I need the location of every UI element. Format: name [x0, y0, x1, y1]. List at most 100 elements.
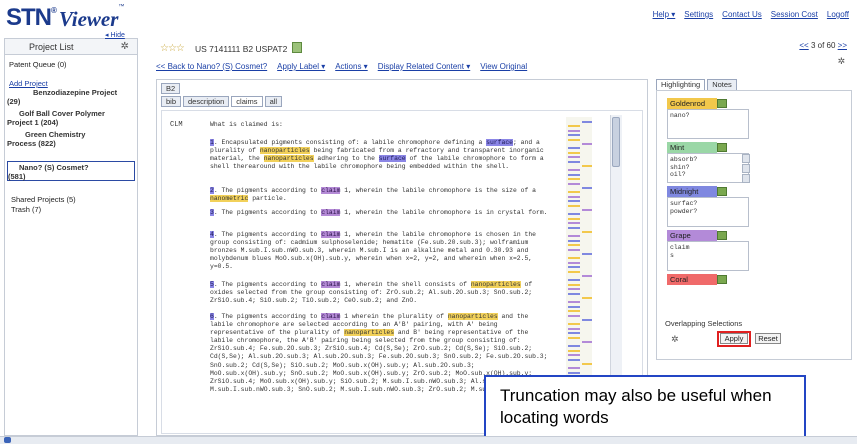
pin-icon[interactable]: ✲: [121, 41, 129, 52]
density-mark: [568, 204, 580, 207]
density-mark: [568, 336, 580, 339]
density-mark: [568, 178, 580, 181]
density-mark: [582, 143, 592, 145]
trash-item[interactable]: Trash (7): [11, 205, 41, 214]
document-action-bar: << Back to Nano? (S) Cosmet? Apply Label…: [156, 62, 527, 71]
settings-link[interactable]: Settings: [684, 10, 713, 19]
density-mark: [582, 209, 592, 211]
tab-bib[interactable]: bib: [161, 96, 182, 107]
contact-us-link[interactable]: Contact Us: [722, 10, 762, 19]
density-mark: [568, 314, 580, 317]
actions-menu[interactable]: Actions ▾: [335, 62, 367, 71]
density-mark: [568, 160, 580, 163]
section-tabs: bib description claims all: [161, 96, 283, 107]
density-mark: [568, 354, 580, 357]
tab-claims[interactable]: claims: [231, 96, 263, 107]
density-mark: [582, 121, 592, 123]
prev-document-link[interactable]: <<: [799, 41, 808, 50]
density-mark: [568, 367, 580, 370]
document-icon[interactable]: [292, 42, 302, 53]
project-item-golf-ball[interactable]: Golf Ball Cover Polymer: [19, 109, 105, 118]
add-project-link[interactable]: Add Project: [9, 79, 48, 88]
logo-viewer: Viewer: [58, 7, 119, 31]
tab-description[interactable]: description: [183, 96, 230, 107]
view-original-link[interactable]: View Original: [480, 62, 527, 71]
density-mark: [568, 217, 580, 220]
highlight-group-midnight: Midnight surfac? powder?: [667, 186, 749, 227]
scrollbar-thumb[interactable]: [612, 117, 620, 167]
density-mark: [568, 345, 580, 348]
patent-queue-item[interactable]: Patent Queue (0): [9, 60, 67, 69]
highlight-terms-input[interactable]: claim s: [667, 241, 749, 271]
density-mark: [582, 363, 592, 365]
density-mark: [582, 319, 592, 321]
apply-button[interactable]: Apply: [720, 333, 748, 344]
density-mark: [568, 323, 580, 326]
logoff-link[interactable]: Logoff: [827, 10, 849, 19]
project-item-benzodiazepine[interactable]: Benzodiazepine Project: [33, 88, 117, 97]
top-nav: Help ▾ Settings Contact Us Session Cost …: [653, 10, 849, 19]
density-mark: [568, 134, 580, 137]
density-mark: [568, 301, 580, 304]
density-mark: [568, 244, 580, 247]
highlight-group-mint: Mint absorb? shin? oil?: [667, 142, 750, 183]
project-item-green-chemistry[interactable]: Green Chemistry: [25, 130, 85, 139]
shared-projects-item[interactable]: Shared Projects (5): [11, 195, 76, 204]
claim-paragraph: 5. The pigments according to claim 1, wh…: [210, 281, 533, 305]
pin-icon[interactable]: ✲: [671, 334, 679, 345]
project-item-nano[interactable]: Nano? (S) Cosmet?: [19, 163, 89, 172]
annotation-callout: Truncation may also be useful when locat…: [484, 375, 806, 444]
stn-viewer-logo: STN ® Viewer ™: [6, 4, 124, 30]
density-mark: [568, 266, 580, 269]
density-mark: [568, 310, 580, 313]
density-mark: [568, 288, 580, 291]
density-mark: [568, 235, 580, 238]
density-mark: [568, 129, 580, 132]
density-mark: [568, 332, 580, 335]
document-id: US 7141111 B2 USPAT2: [195, 44, 288, 54]
rating-stars-icon[interactable]: ☆☆☆: [160, 43, 185, 54]
density-mark: [568, 125, 580, 128]
highlight-group-coral: Coral: [667, 274, 749, 285]
terms-scrollbar[interactable]: [742, 154, 750, 183]
density-mark: [568, 327, 580, 330]
density-mark: [582, 187, 592, 189]
pin-icon[interactable]: ✲: [837, 56, 845, 67]
density-mark: [568, 261, 580, 264]
tab-all[interactable]: all: [264, 96, 283, 107]
density-mark: [568, 195, 580, 198]
project-list-header: Project List ✲: [5, 39, 137, 55]
back-to-project-link[interactable]: << Back to Nano? (S) Cosmet?: [156, 62, 267, 71]
highlight-terms-input[interactable]: absorb? shin? oil?: [667, 153, 749, 183]
next-document-link[interactable]: >>: [838, 41, 847, 50]
apply-label-menu[interactable]: Apply Label ▾: [277, 62, 325, 71]
hide-sidebar-link[interactable]: ◂ Hide: [105, 31, 125, 39]
highlight-terms-input[interactable]: surfac? powder?: [667, 197, 749, 227]
document-pager: << 3 of 60 >>: [799, 41, 847, 50]
color-dropdown-icon[interactable]: [717, 143, 727, 152]
density-mark: [568, 147, 580, 150]
density-mark: [568, 239, 580, 242]
density-mark: [568, 270, 580, 273]
density-mark: [568, 279, 580, 282]
claims-heading: What is claimed is:: [210, 121, 283, 128]
density-mark: [568, 213, 580, 216]
logo-stn: STN: [6, 4, 52, 31]
density-mark: [568, 151, 580, 154]
help-link[interactable]: Help ▾: [653, 10, 676, 19]
color-dropdown-icon[interactable]: [717, 275, 727, 284]
color-dropdown-icon[interactable]: [717, 99, 727, 108]
claim-paragraph: 1. Encapsulated pigments consisting of: …: [210, 139, 544, 171]
color-dropdown-icon[interactable]: [717, 187, 727, 196]
color-dropdown-icon[interactable]: [717, 231, 727, 240]
highlight-color-label: Midnight: [667, 186, 717, 197]
highlight-terms-input[interactable]: nano?: [667, 109, 749, 139]
session-cost-link[interactable]: Session Cost: [771, 10, 818, 19]
reset-button[interactable]: Reset: [755, 333, 781, 344]
display-related-content-menu[interactable]: Display Related Content ▾: [378, 62, 471, 71]
clm-label: CLM: [170, 121, 183, 129]
logo-trademark: ™: [118, 4, 125, 10]
project-item-nano-count: (581): [8, 172, 26, 181]
project-sidebar: ◂ Hide Project List ✲ Patent Queue (0) A…: [4, 32, 138, 436]
tab-document[interactable]: B2: [161, 83, 181, 94]
